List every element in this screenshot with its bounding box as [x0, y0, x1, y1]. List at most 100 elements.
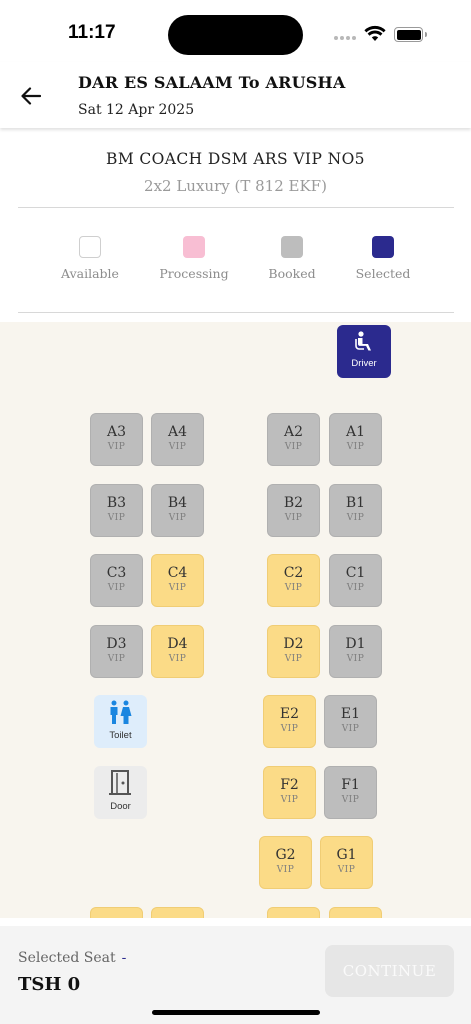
seat-number: B2	[283, 495, 304, 511]
seat-number: B4	[167, 495, 188, 511]
driver-seat: Driver	[337, 325, 391, 378]
door: Door	[94, 766, 147, 819]
seat[interactable]: D3 VIP	[90, 625, 143, 678]
seat[interactable]: G1 VIP	[320, 836, 373, 889]
seat[interactable]: D4 VIP	[151, 625, 204, 678]
seat-number: C3	[106, 565, 127, 581]
door-label: Door	[110, 801, 131, 812]
seat-number: A2	[283, 424, 304, 440]
divider	[18, 207, 454, 208]
seat-class: VIP	[284, 654, 303, 664]
legend-label: Processing	[159, 266, 229, 281]
seat-number: E1	[340, 706, 361, 722]
home-indicator	[152, 1010, 320, 1015]
seat[interactable]: B1 VIP	[329, 484, 382, 537]
seat[interactable]: G2 VIP	[259, 836, 312, 889]
seat-number: D3	[106, 636, 127, 652]
seat-number: A3	[106, 424, 127, 440]
driver-seat-icon	[355, 331, 371, 351]
seat-number: G1	[336, 847, 357, 863]
seat[interactable]: A4 VIP	[151, 413, 204, 466]
battery-icon	[394, 27, 427, 42]
seat[interactable]	[151, 907, 204, 918]
seat[interactable]: E1 VIP	[324, 695, 377, 748]
seat-class: VIP	[341, 724, 360, 734]
legend-booked: Booked	[247, 236, 337, 281]
seat-class: VIP	[284, 513, 303, 523]
driver-label: Driver	[351, 358, 377, 369]
arrow-left-icon	[21, 87, 41, 105]
seat[interactable]: A1 VIP	[329, 413, 382, 466]
wifi-icon	[364, 25, 386, 41]
seat[interactable]: B4 VIP	[151, 484, 204, 537]
toilet: Toilet	[94, 695, 147, 748]
legend-processing: Processing	[149, 236, 239, 281]
travel-date: Sat 12 Apr 2025	[78, 102, 195, 118]
back-button[interactable]	[18, 84, 44, 108]
seat[interactable]: F1 VIP	[324, 766, 377, 819]
seat[interactable]: C3 VIP	[90, 554, 143, 607]
legend-available: Available	[45, 236, 135, 281]
toilet-icon	[110, 700, 132, 724]
legend-swatch-selected	[372, 236, 394, 258]
seat-number: A1	[345, 424, 366, 440]
seat-class: VIP	[107, 513, 126, 523]
seat-number: D1	[345, 636, 366, 652]
selected-seat-caption: Selected Seat	[18, 950, 116, 966]
continue-button[interactable]: CONTINUE	[325, 945, 454, 997]
seat-class: VIP	[107, 583, 126, 593]
seat-class: VIP	[337, 865, 356, 875]
header: DAR ES SALAAM To ARUSHA Sat 12 Apr 2025	[0, 62, 471, 128]
seat-map: Driver A3 VIP A4 VIP A2 VIP A1 VIP B3 VI…	[0, 322, 471, 918]
seat-class: VIP	[276, 865, 295, 875]
seat-number: G2	[275, 847, 296, 863]
seat-number: C4	[167, 565, 188, 581]
seat-class: VIP	[168, 654, 187, 664]
seat[interactable]: C2 VIP	[267, 554, 320, 607]
seat-class: VIP	[280, 724, 299, 734]
legend-selected: Selected	[338, 236, 428, 281]
seat-class: VIP	[284, 583, 303, 593]
legend-swatch-available	[79, 236, 101, 258]
seat-number: A4	[167, 424, 188, 440]
seat[interactable]: A3 VIP	[90, 413, 143, 466]
legend-swatch-booked	[281, 236, 303, 258]
toilet-label: Toilet	[109, 730, 132, 741]
seat[interactable]: B2 VIP	[267, 484, 320, 537]
seat[interactable]: D1 VIP	[329, 625, 382, 678]
seat-class: VIP	[107, 654, 126, 664]
door-icon	[109, 770, 131, 795]
seat-number: E2	[279, 706, 300, 722]
seat-class: VIP	[346, 583, 365, 593]
seat-number: C2	[283, 565, 304, 581]
seat[interactable]: C1 VIP	[329, 554, 382, 607]
seat-class: VIP	[107, 442, 126, 452]
seat-number: F1	[341, 777, 360, 793]
signal-icon	[334, 36, 356, 40]
seat-number: B1	[345, 495, 366, 511]
total-price: TSH 0	[18, 974, 81, 995]
divider	[18, 312, 454, 313]
route-title: DAR ES SALAAM To ARUSHA	[78, 73, 346, 92]
seat[interactable]: C4 VIP	[151, 554, 204, 607]
seat[interactable]	[329, 907, 382, 918]
seat-number: D4	[167, 636, 188, 652]
seat-class: VIP	[346, 442, 365, 452]
selected-seat-value: -	[121, 950, 127, 966]
seat[interactable]: E2 VIP	[263, 695, 316, 748]
seat-class: VIP	[284, 442, 303, 452]
bus-name: BM COACH DSM ARS VIP NO5	[106, 150, 365, 168]
seat-class: VIP	[346, 654, 365, 664]
seat[interactable]: D2 VIP	[267, 625, 320, 678]
seat-number: C1	[345, 565, 366, 581]
seat-number: B3	[106, 495, 127, 511]
seat-class: VIP	[280, 795, 299, 805]
seat[interactable]	[90, 907, 143, 918]
seat[interactable]: A2 VIP	[267, 413, 320, 466]
seat[interactable]: B3 VIP	[90, 484, 143, 537]
seat[interactable]	[267, 907, 320, 918]
bus-type: 2x2 Luxury (T 812 EKF)	[144, 177, 327, 195]
seat[interactable]: F2 VIP	[263, 766, 316, 819]
seat-number: D2	[283, 636, 304, 652]
seat-class: VIP	[168, 442, 187, 452]
